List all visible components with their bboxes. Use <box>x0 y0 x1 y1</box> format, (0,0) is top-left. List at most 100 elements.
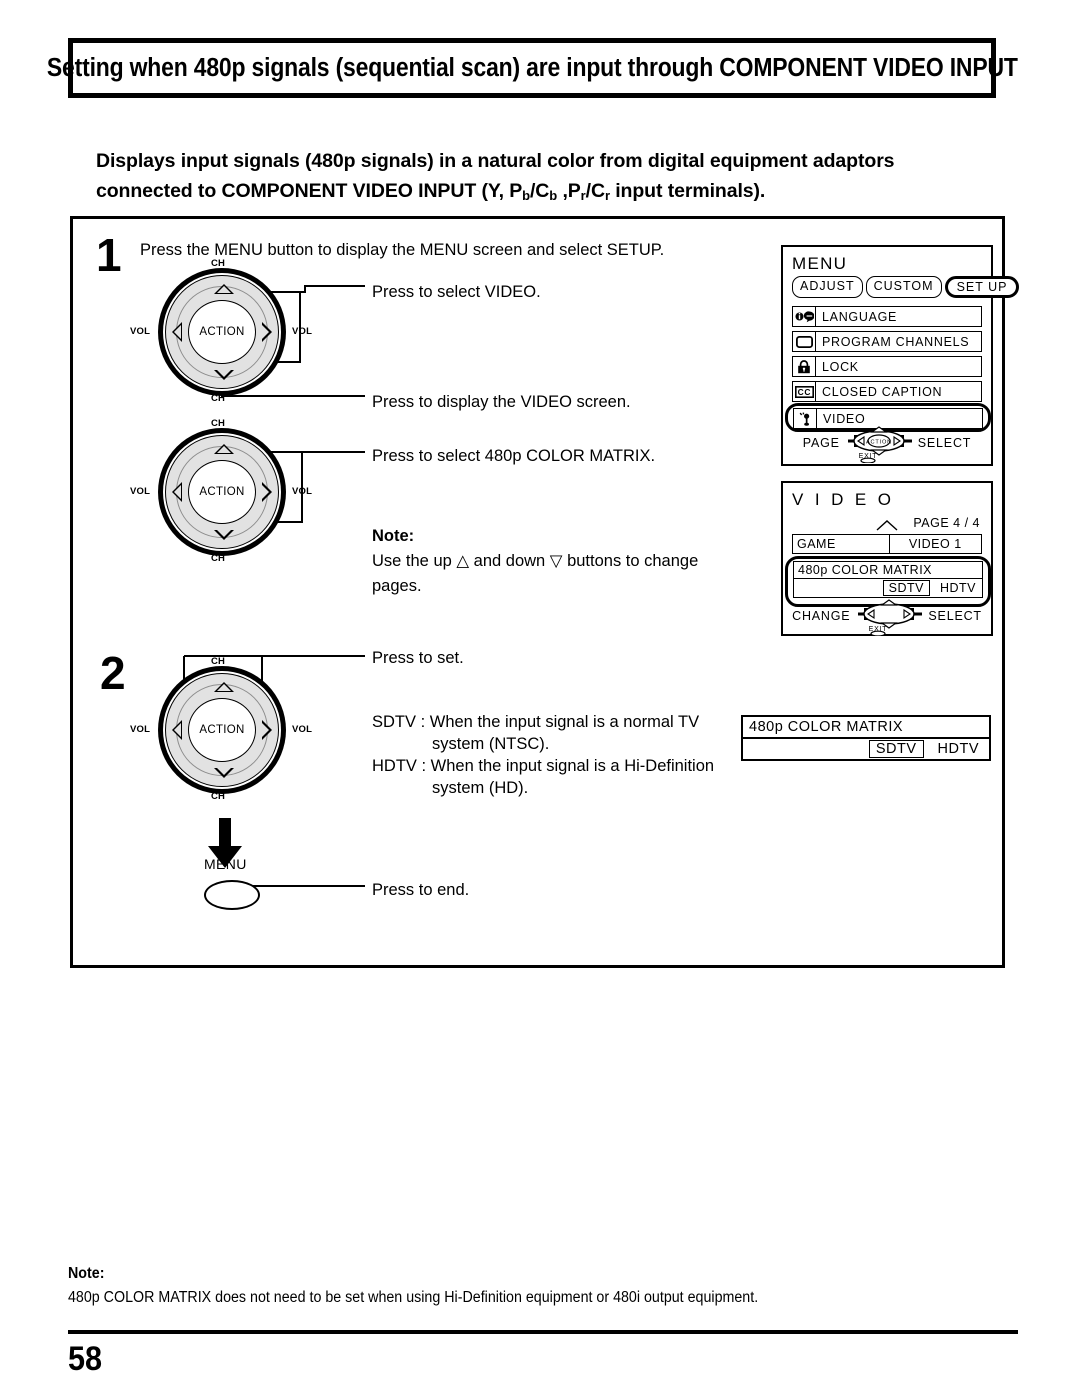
footer-note: Note: 480p COLOR MATRIX does not need to… <box>68 1262 942 1310</box>
step1-instruction: Press the MENU button to display the MEN… <box>140 241 665 259</box>
video-osd-row-right: VIDEO 1 <box>888 535 982 553</box>
dial-left-arrow-icon[interactable] <box>172 720 182 740</box>
dial-down-arrow-icon[interactable] <box>214 370 234 380</box>
menu-item-label: LANGUAGE <box>822 309 898 324</box>
dial-up-arrow-icon[interactable] <box>214 682 234 692</box>
subheading: Displays input signals (480p signals) in… <box>96 146 1016 208</box>
footer-note-label: Note: <box>68 1265 105 1282</box>
video-osd-page-row: PAGE 4 / 4 <box>792 514 982 534</box>
callout-select-color-matrix: Press to select 480p COLOR MATRIX. <box>372 447 656 465</box>
menu-button-ellipse[interactable] <box>204 880 260 910</box>
manual-page: Setting when 480p signals (sequential sc… <box>0 0 1080 1397</box>
page-title: Setting when 480p signals (sequential sc… <box>46 53 1018 82</box>
dial-ch-label-top: CH <box>211 418 226 429</box>
subheading-line-1: Displays input signals (480p signals) in… <box>96 150 895 172</box>
video-nav-line: CHANGE EXIT SELECT <box>792 596 982 636</box>
matrix-popup-label: 480p COLOR MATRIX <box>749 719 904 735</box>
menu-item-label: CLOSED CAPTION <box>822 384 943 399</box>
dial-down-arrow-icon[interactable] <box>214 768 234 778</box>
dial-up-arrow-icon[interactable] <box>214 284 234 294</box>
language-icon <box>793 307 816 326</box>
page-title-inner-frame: Setting when 480p signals (sequential sc… <box>47 41 1018 95</box>
tab-adjust[interactable]: ADJUST <box>792 276 863 298</box>
menu-osd-items: LANGUAGE PROGRAM CHANNELS LOCK CC CLOSED… <box>785 306 991 432</box>
dial-left-arrow-icon[interactable] <box>172 482 182 502</box>
tab-custom[interactable]: CUSTOM <box>865 276 942 298</box>
definition-sdtv-cont: system (NTSC). <box>432 735 550 753</box>
callout-press-to-end: Press to end. <box>372 881 470 899</box>
video-nav-change-label: CHANGE <box>792 608 851 623</box>
dial-vol-label-right: VOL <box>292 724 313 735</box>
dial-ch-label-bottom: CH <box>211 393 226 404</box>
menu-button-label: MENU <box>204 856 247 872</box>
dial-vol-label-left: VOL <box>130 326 151 337</box>
menu-osd-tabs: ADJUST CUSTOM SET UP <box>792 276 1020 298</box>
menu-nav-page-label: PAGE <box>802 435 840 450</box>
video-osd-page-indicator: PAGE 4 / 4 <box>913 516 980 530</box>
dial-ch-label-top: CH <box>211 258 226 269</box>
matrix-popup-options: SDTV HDTV <box>743 737 989 759</box>
step-number-2: 2 <box>100 647 126 699</box>
option-sdtv[interactable]: SDTV <box>868 740 924 758</box>
video-osd-matrix-label: 480p COLOR MATRIX <box>798 563 933 577</box>
menu-item-label: LOCK <box>822 359 859 374</box>
dial-ch-label-top: CH <box>211 656 226 667</box>
page-title-banner: Setting when 480p signals (sequential sc… <box>47 38 1018 98</box>
menu-button-group[interactable]: MENU <box>204 856 260 910</box>
svg-text:ACTION: ACTION <box>866 439 892 445</box>
video-osd-row-left: GAME <box>797 537 836 551</box>
menu-item-lock[interactable]: LOCK <box>792 356 982 377</box>
cc-icon: CC <box>793 382 816 401</box>
menu-item-closed-caption[interactable]: CC CLOSED CAPTION <box>792 381 982 402</box>
dial-vol-label-left: VOL <box>130 724 151 735</box>
menu-item-label: PROGRAM CHANNELS <box>822 334 970 349</box>
dial-vol-label-right: VOL <box>292 486 313 497</box>
menu-item-language[interactable]: LANGUAGE <box>792 306 982 327</box>
footer-divider <box>68 1330 1018 1334</box>
option-hdtv[interactable]: HDTV <box>938 741 979 757</box>
menu-nav-select-label: SELECT <box>917 435 972 450</box>
dial-action-button[interactable]: ACTION <box>188 460 256 524</box>
menu-osd-title: MENU <box>792 254 848 273</box>
dial-right-arrow-icon[interactable] <box>262 720 272 740</box>
callout-press-to-set: Press to set. <box>372 649 464 667</box>
nav-action-widget-icon: EXIT <box>858 598 923 636</box>
remote-dial-3[interactable]: ACTION CH CH VOL VOL <box>130 656 312 802</box>
video-osd-title: V I D E O <box>792 490 895 509</box>
callout-select-video: Press to select VIDEO. <box>372 283 541 301</box>
remote-dial-1[interactable]: ACTION CH CH VOL VOL <box>130 258 312 404</box>
tab-set-up[interactable]: SET UP <box>944 276 1020 298</box>
inline-note: Note: Use the up △ and down ▽ buttons to… <box>372 524 742 599</box>
dial-vol-label-left: VOL <box>130 486 151 497</box>
inline-note-label: Note: <box>372 527 415 545</box>
callout-display-video: Press to display the VIDEO screen. <box>372 393 631 411</box>
definition-hdtv: HDTV : When the input signal is a Hi-Def… <box>372 757 715 775</box>
menu-nav-line: PAGE ACTION EXIT SELECT <box>803 423 971 463</box>
dial-right-arrow-icon[interactable] <box>262 482 272 502</box>
dial-ch-label-bottom: CH <box>211 791 226 802</box>
dial-action-button[interactable]: ACTION <box>188 300 256 364</box>
step-number-1: 1 <box>96 229 122 281</box>
inline-note-text: Use the up △ and down ▽ buttons to chang… <box>372 552 699 595</box>
menu-osd-nav: PAGE ACTION EXIT SELECT <box>781 419 993 466</box>
nav-action-widget-icon: ACTION EXIT <box>847 425 912 463</box>
dial-action-button[interactable]: ACTION <box>188 698 256 762</box>
page-number: 58 <box>68 1340 103 1378</box>
padlock-icon <box>793 357 816 376</box>
video-nav-select-label: SELECT <box>928 608 982 623</box>
remote-dial-2[interactable]: ACTION CH CH VOL VOL <box>130 418 312 564</box>
dial-up-arrow-icon[interactable] <box>214 444 234 454</box>
dial-left-arrow-icon[interactable] <box>172 322 182 342</box>
dial-right-arrow-icon[interactable] <box>262 322 272 342</box>
svg-text:CC: CC <box>797 387 811 397</box>
video-osd-nav: CHANGE EXIT SELECT <box>781 592 993 639</box>
definition-hdtv-cont: system (HD). <box>432 779 529 797</box>
video-osd-input-row[interactable]: GAME VIDEO 1 <box>792 534 982 554</box>
dial-down-arrow-icon[interactable] <box>214 530 234 540</box>
page-up-arrow-icon[interactable] <box>876 520 898 531</box>
menu-item-program-channels[interactable]: PROGRAM CHANNELS <box>792 331 982 352</box>
definition-sdtv: SDTV : When the input signal is a normal… <box>372 713 700 731</box>
dial-vol-label-right: VOL <box>292 326 313 337</box>
matrix-popup[interactable]: 480p COLOR MATRIX SDTV HDTV <box>741 715 991 761</box>
subheading-line-2: connected to COMPONENT VIDEO INPUT (Y, P… <box>96 180 766 203</box>
